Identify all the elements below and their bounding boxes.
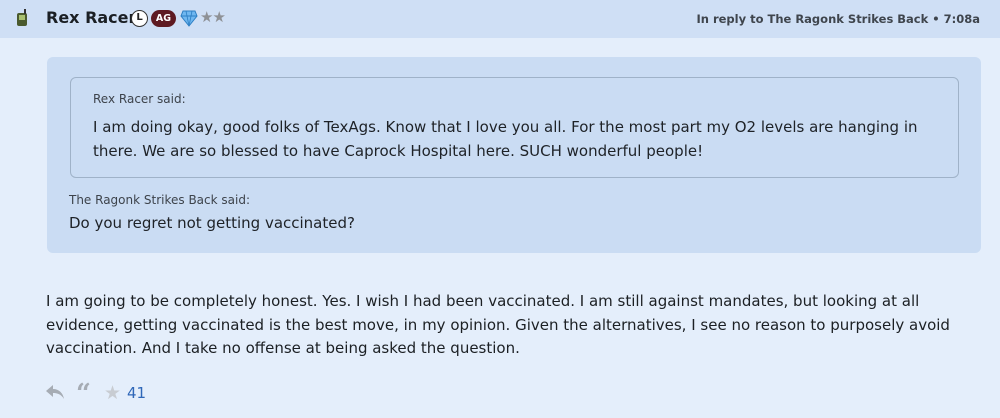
badge-l: L bbox=[131, 10, 148, 27]
reply-meta[interactable]: In reply to The Ragonk Strikes Back • 7:… bbox=[696, 12, 980, 26]
quote-icon[interactable]: “ bbox=[76, 379, 91, 409]
author-name[interactable]: Rex Racer bbox=[46, 8, 136, 27]
post-header: Rex Racer L AG ★★ In reply to The Ragonk… bbox=[0, 0, 1000, 38]
badge-ag: AG bbox=[151, 10, 176, 27]
quote-author: The Ragonk Strikes Back said: bbox=[69, 193, 250, 207]
post-body: I am going to be completely honest. Yes.… bbox=[46, 292, 950, 357]
rating-stars: ★★ bbox=[200, 8, 226, 26]
like-count[interactable]: 41 bbox=[127, 384, 146, 402]
nested-quote-text: I am doing okay, good folks of TexAgs. K… bbox=[93, 118, 918, 160]
nested-quote-block: Rex Racer said: I am doing okay, good fo… bbox=[70, 77, 959, 178]
reply-icon[interactable] bbox=[46, 385, 64, 399]
phone-icon bbox=[17, 9, 27, 26]
quote-block: Rex Racer said: I am doing okay, good fo… bbox=[47, 57, 981, 253]
nested-quote-author: Rex Racer said: bbox=[93, 92, 186, 106]
diamond-icon bbox=[180, 10, 198, 27]
quote-text: Do you regret not getting vaccinated? bbox=[69, 214, 355, 232]
star-icon[interactable]: ★ bbox=[104, 382, 121, 404]
